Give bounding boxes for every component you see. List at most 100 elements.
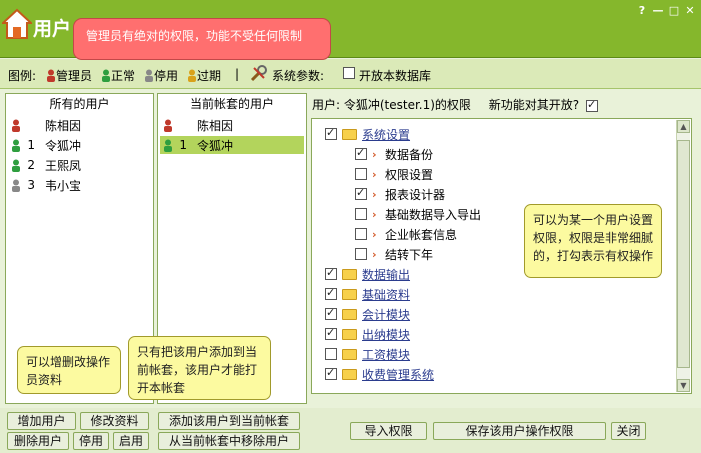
- legend-expired: 过期: [187, 67, 221, 84]
- permission-item[interactable]: 出纳模块: [325, 325, 410, 343]
- permission-label: 结转下年: [385, 247, 434, 262]
- folder-icon: [342, 288, 357, 300]
- account-users-header: 当前帐套的用户: [189, 97, 274, 111]
- user-name: 韦小宝: [45, 178, 82, 193]
- open-db-label: 开放本数据库: [359, 69, 432, 83]
- permission-tooltip: 可以为某一个用户设置权限，权限是非常细腻的，打勾表示有权操作: [524, 204, 662, 278]
- add-to-account-button[interactable]: 添加该用户到当前帐套: [158, 412, 300, 430]
- legend-bar: 图例: 管理员 正常 停用 过期 | 系统参数: 开放本数据库: [0, 59, 701, 89]
- close-window-button[interactable]: ✕: [683, 4, 697, 18]
- permission-label: 企业帐套信息: [385, 227, 458, 242]
- permission-label: 权限设置: [385, 167, 434, 182]
- all-users-header: 所有的用户: [49, 97, 110, 111]
- close-button[interactable]: 关闭: [611, 422, 646, 440]
- permission-item[interactable]: › 结转下年: [355, 245, 433, 263]
- chevron-right-icon: ›: [372, 187, 377, 201]
- user-name: 令狐冲: [197, 138, 234, 153]
- chevron-right-icon: ›: [372, 167, 377, 181]
- legend-label: 图例:: [8, 69, 37, 83]
- user-row[interactable]: 1 令狐冲: [160, 136, 304, 154]
- permission-label: 出纳模块: [362, 327, 411, 342]
- permission-checkbox[interactable]: [355, 228, 367, 240]
- permission-checkbox[interactable]: [355, 186, 367, 200]
- permission-checkbox[interactable]: [355, 208, 367, 220]
- edit-info-button[interactable]: 修改资料: [80, 412, 149, 430]
- permission-item[interactable]: 基础资料: [325, 285, 410, 303]
- permission-item[interactable]: 数据输出: [325, 265, 410, 283]
- legend-normal-label: 正常: [111, 69, 136, 83]
- window-title: 用户: [33, 18, 72, 40]
- chevron-right-icon: ›: [372, 207, 377, 221]
- folder-icon: [342, 128, 357, 140]
- user-num: 2: [27, 158, 35, 172]
- permission-label: 数据输出: [362, 267, 411, 282]
- user-normal-icon: [102, 69, 110, 82]
- folder-icon: [342, 308, 357, 320]
- permission-checkbox[interactable]: [325, 306, 337, 320]
- minimize-button[interactable]: —: [651, 4, 665, 18]
- user-icon: [12, 159, 20, 172]
- legend-disabled-label: 停用: [154, 69, 179, 83]
- permission-label: 基础资料: [362, 287, 411, 302]
- help-button[interactable]: ?: [635, 4, 649, 18]
- user-row[interactable]: 2 王熙凤: [8, 156, 151, 174]
- home-icon: [2, 8, 32, 39]
- permission-item[interactable]: 会计模块: [325, 305, 410, 323]
- disable-button[interactable]: 停用: [73, 432, 109, 450]
- user-row[interactable]: 1 令狐冲: [8, 136, 151, 154]
- tools-icon: [250, 65, 267, 82]
- permission-checkbox[interactable]: [325, 348, 337, 360]
- new-feature-label: 新功能对其开放?: [488, 98, 580, 112]
- user-row[interactable]: 3 韦小宝: [8, 176, 151, 194]
- user-row[interactable]: 陈相因: [160, 116, 304, 134]
- legend-separator: |: [235, 67, 240, 81]
- legend-normal: 正常: [101, 67, 135, 84]
- permission-checkbox[interactable]: [325, 286, 337, 300]
- scroll-up-icon[interactable]: ▲: [677, 120, 690, 133]
- permission-label: 数据备份: [385, 147, 434, 162]
- permission-item[interactable]: › 报表设计器: [355, 185, 445, 203]
- user-num: 3: [27, 178, 35, 192]
- permission-checkbox[interactable]: [355, 146, 367, 160]
- permission-checkbox[interactable]: [325, 326, 337, 340]
- user-row[interactable]: 陈相因: [8, 116, 151, 134]
- permission-label: 收费管理系统: [362, 367, 435, 382]
- scroll-down-icon[interactable]: ▼: [677, 379, 690, 392]
- legend-admin-label: 管理员: [56, 69, 93, 83]
- legend-expired-label: 过期: [197, 69, 222, 83]
- add-account-tooltip: 只有把该用户添加到当前帐套，该用户才能打开本帐套: [128, 336, 271, 400]
- permission-checkbox[interactable]: [325, 266, 337, 280]
- permission-item[interactable]: 系统设置: [325, 125, 410, 143]
- permission-checkbox[interactable]: [325, 126, 337, 140]
- permission-item[interactable]: › 企业帐套信息: [355, 225, 457, 243]
- user-name: 陈相因: [45, 118, 82, 133]
- user-name: 陈相因: [197, 118, 234, 133]
- remove-from-account-button[interactable]: 从当前帐套中移除用户: [158, 432, 300, 450]
- maximize-button[interactable]: □: [667, 4, 681, 18]
- permission-item[interactable]: 工资模块: [325, 345, 410, 363]
- import-permission-button[interactable]: 导入权限: [350, 422, 427, 440]
- permission-checkbox[interactable]: [355, 248, 367, 260]
- permission-checkbox[interactable]: [355, 168, 367, 180]
- permission-item[interactable]: › 权限设置: [355, 165, 433, 183]
- permission-item[interactable]: › 数据备份: [355, 145, 433, 163]
- user-icon: [12, 179, 20, 192]
- permission-checkbox[interactable]: [325, 366, 337, 380]
- permission-item[interactable]: › 基础数据导入导出: [355, 205, 481, 223]
- permission-item[interactable]: 收费管理系统: [325, 365, 434, 383]
- permission-header: 用户: 令狐冲(tester.1)的权限 新功能对其开放?: [312, 96, 598, 113]
- folder-icon: [342, 328, 357, 340]
- user-name: 令狐冲: [45, 138, 82, 153]
- scroll-thumb[interactable]: [677, 140, 690, 368]
- save-permission-button[interactable]: 保存该用户操作权限: [433, 422, 606, 440]
- user-num: 1: [179, 138, 187, 152]
- open-db-checkbox[interactable]: [343, 67, 355, 79]
- add-edit-tooltip: 可以增删改操作员资料: [17, 346, 121, 394]
- scrollbar[interactable]: ▲ ▼: [676, 120, 690, 392]
- enable-button[interactable]: 启用: [113, 432, 149, 450]
- sys-params-label: 系统参数:: [272, 69, 325, 83]
- add-user-button[interactable]: 增加用户: [7, 412, 76, 430]
- delete-user-button[interactable]: 删除用户: [7, 432, 69, 450]
- new-feature-checkbox[interactable]: [585, 98, 598, 112]
- user-icon: [12, 139, 20, 152]
